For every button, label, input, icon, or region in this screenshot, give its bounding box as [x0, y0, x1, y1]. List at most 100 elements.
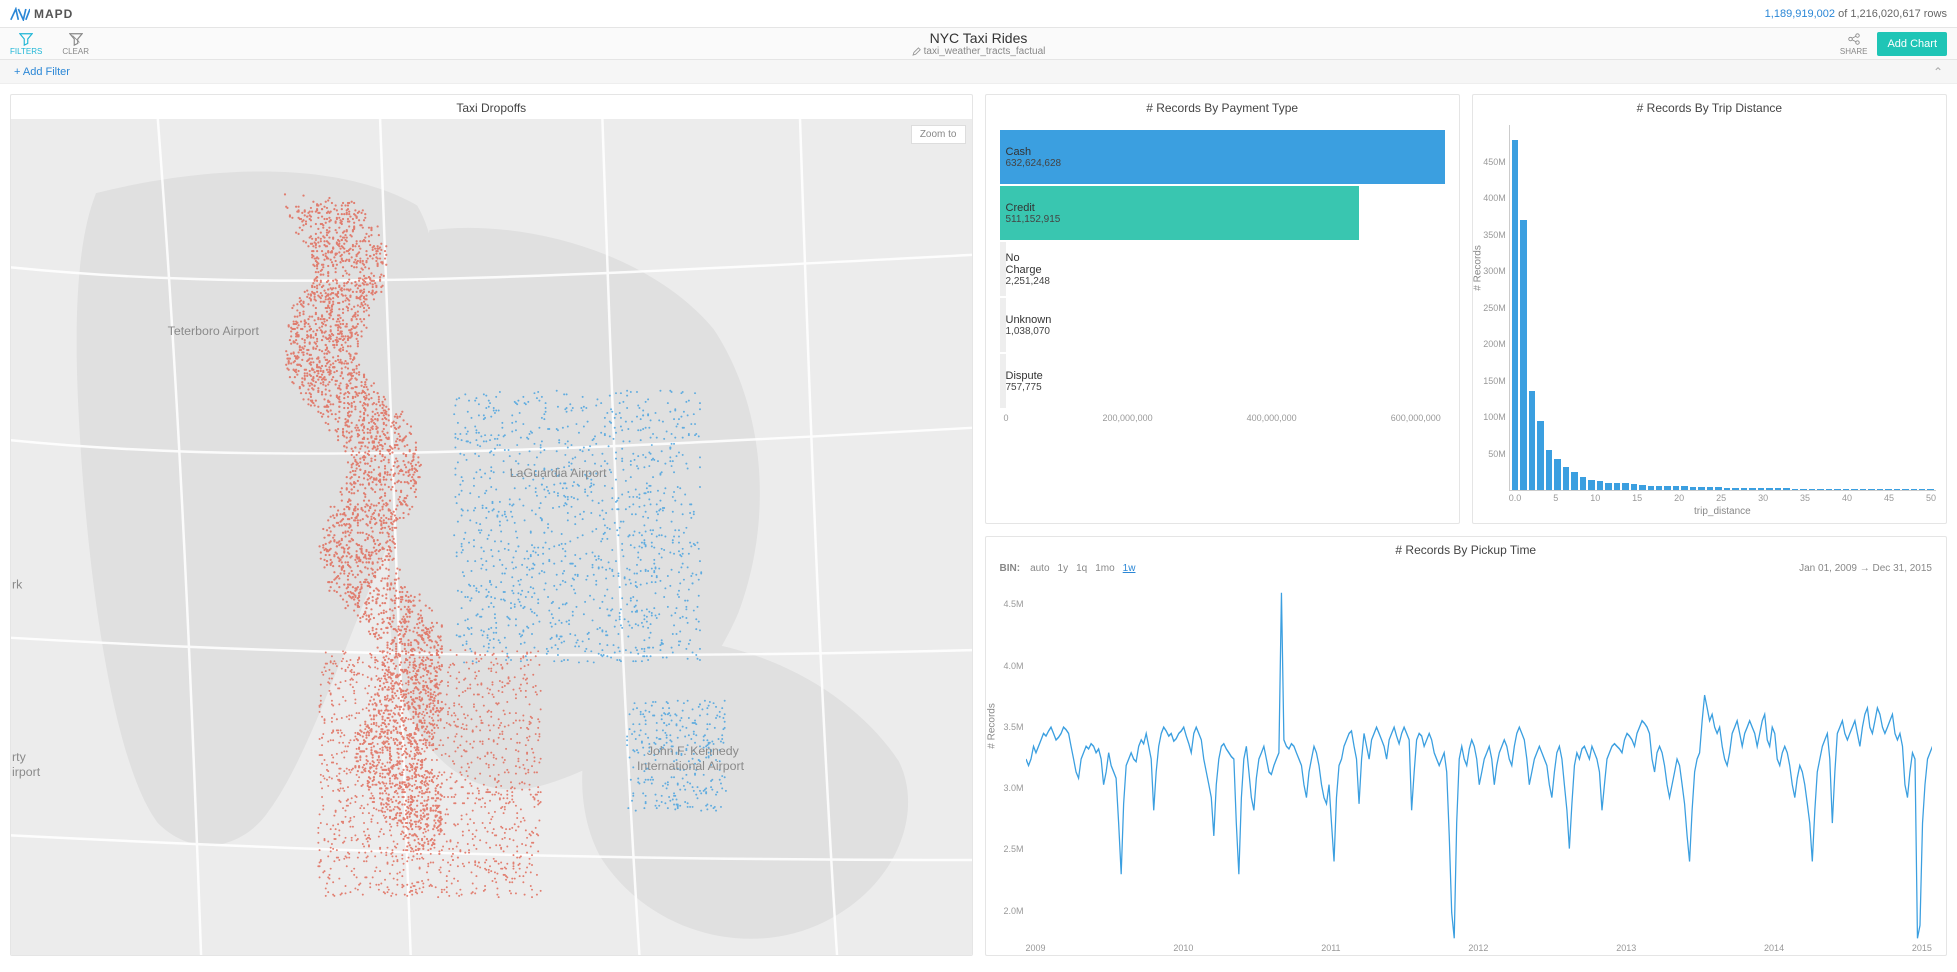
hist-bar[interactable]: [1860, 489, 1866, 490]
hist-bar[interactable]: [1877, 489, 1883, 490]
dashboard-title: NYC Taxi Rides: [912, 30, 1046, 46]
hist-bar[interactable]: [1563, 467, 1569, 490]
bin-selector: BIN: auto1y1q1mo1w Jan 01, 2009 → Dec 31…: [986, 561, 1947, 576]
hist-bar[interactable]: [1520, 220, 1526, 490]
bin-option-1mo[interactable]: 1mo: [1095, 563, 1114, 574]
mapd-logo-icon: [10, 7, 30, 21]
label-jfk1: John F. Kennedy: [647, 744, 740, 758]
hist-bar[interactable]: [1715, 487, 1721, 490]
pickuptime-chart[interactable]: # Records 4.5M4.0M3.5M3.0M2.5M2.0M 20092…: [986, 576, 1947, 955]
hist-bar[interactable]: [1885, 489, 1891, 490]
bin-option-1w[interactable]: 1w: [1123, 563, 1136, 574]
map-svg: Teterboro Airport LaGuardia Airport John…: [11, 119, 972, 956]
label-teterboro: Teterboro Airport: [168, 324, 260, 338]
hist-bar[interactable]: [1698, 487, 1704, 490]
hist-bar[interactable]: [1597, 481, 1603, 490]
hist-bar[interactable]: [1588, 480, 1594, 490]
topbar: MAPD 1,189,919,002 of 1,216,020,617 rows: [0, 0, 1957, 28]
hist-bar[interactable]: [1681, 486, 1687, 490]
hist-bar[interactable]: [1622, 483, 1628, 490]
hist-bar[interactable]: [1868, 489, 1874, 490]
hist-bar[interactable]: [1792, 489, 1798, 490]
hist-bar[interactable]: [1690, 487, 1696, 490]
hist-bar[interactable]: [1766, 488, 1772, 490]
hist-bar[interactable]: [1631, 484, 1637, 490]
share-button[interactable]: SHARE: [1840, 32, 1868, 56]
bin-option-1q[interactable]: 1q: [1076, 563, 1087, 574]
tripdist-chart[interactable]: # Records 450M400M350M300M250M200M150M10…: [1473, 119, 1946, 523]
payment-bar[interactable]: Unknown1,038,070: [1000, 297, 1445, 353]
map-panel: Taxi Dropoffs Zoom to: [10, 94, 973, 956]
label-jfk2: International Airport: [637, 759, 745, 773]
pencil-icon[interactable]: [912, 47, 921, 56]
tripdist-panel: # Records By Trip Distance # Records 450…: [1472, 94, 1947, 524]
hist-bar[interactable]: [1732, 488, 1738, 490]
hist-bar[interactable]: [1707, 487, 1713, 490]
bin-option-1y[interactable]: 1y: [1058, 563, 1069, 574]
hist-bar[interactable]: [1664, 486, 1670, 490]
pickuptime-title: # Records By Pickup Time: [986, 537, 1947, 561]
brand-logo[interactable]: MAPD: [10, 7, 73, 21]
dashboard-source: taxi_weather_tracts_factual: [924, 46, 1046, 57]
hist-bar[interactable]: [1639, 485, 1645, 490]
hist-bar[interactable]: [1529, 391, 1535, 490]
pickuptime-panel: # Records By Pickup Time BIN: auto1y1q1m…: [985, 536, 1948, 956]
payment-chart[interactable]: Cash632,624,628Credit511,152,915No Charg…: [986, 119, 1459, 523]
add-chart-button[interactable]: Add Chart: [1877, 32, 1947, 56]
hist-bar[interactable]: [1580, 477, 1586, 490]
hist-bar[interactable]: [1741, 488, 1747, 490]
tripdist-xlabel: trip_distance: [1509, 503, 1936, 517]
hist-bar[interactable]: [1800, 489, 1806, 490]
row-count: 1,189,919,002 of 1,216,020,617 rows: [1765, 8, 1947, 20]
hist-bar[interactable]: [1843, 489, 1849, 490]
hist-bar[interactable]: [1673, 486, 1679, 490]
payment-bar[interactable]: Cash632,624,628: [1000, 129, 1445, 185]
filters-button[interactable]: FILTERS: [10, 32, 42, 56]
hist-bar[interactable]: [1894, 489, 1900, 490]
filtered-rows: 1,189,919,002: [1765, 8, 1835, 20]
add-filter-button[interactable]: + Add Filter: [14, 66, 70, 78]
label-laguardia: LaGuardia Airport: [510, 466, 607, 480]
payment-bar[interactable]: No Charge2,251,248: [1000, 241, 1445, 297]
hist-bar[interactable]: [1809, 489, 1815, 490]
collapse-filter-icon[interactable]: ⌃: [1933, 65, 1943, 79]
date-range: Jan 01, 2009 → Dec 31, 2015: [1799, 563, 1932, 574]
hist-bar[interactable]: [1851, 489, 1857, 490]
hist-bar[interactable]: [1537, 421, 1543, 490]
zoom-to-input[interactable]: Zoom to: [911, 125, 966, 144]
hist-bar[interactable]: [1834, 489, 1840, 490]
hist-bar[interactable]: [1656, 486, 1662, 490]
payment-bar[interactable]: Credit511,152,915: [1000, 185, 1445, 241]
hist-bar[interactable]: [1724, 488, 1730, 490]
hist-bar[interactable]: [1911, 489, 1917, 490]
hist-bar[interactable]: [1817, 489, 1823, 490]
subbar: FILTERS CLEAR NYC Taxi Rides taxi_weathe…: [0, 28, 1957, 60]
brand-name: MAPD: [34, 7, 73, 21]
hist-bar[interactable]: [1927, 489, 1933, 490]
hist-bar[interactable]: [1758, 488, 1764, 490]
hist-bar[interactable]: [1512, 140, 1518, 490]
hist-bar[interactable]: [1826, 489, 1832, 490]
tripdist-title: # Records By Trip Distance: [1473, 95, 1946, 119]
hist-bar[interactable]: [1571, 472, 1577, 490]
funnel-icon: [19, 32, 33, 46]
payment-bar[interactable]: Dispute757,775: [1000, 353, 1445, 409]
hist-bar[interactable]: [1554, 459, 1560, 490]
hist-bar[interactable]: [1775, 488, 1781, 490]
share-icon: [1847, 32, 1861, 46]
dashboard-title-block: NYC Taxi Rides taxi_weather_tracts_factu…: [912, 30, 1046, 57]
hist-bar[interactable]: [1749, 488, 1755, 490]
hist-bar[interactable]: [1902, 489, 1908, 490]
hist-bar[interactable]: [1546, 450, 1552, 490]
hist-bar[interactable]: [1648, 486, 1654, 490]
map-title: Taxi Dropoffs: [11, 95, 972, 119]
funnel-clear-icon: [69, 32, 83, 46]
hist-bar[interactable]: [1919, 489, 1925, 490]
hist-bar[interactable]: [1605, 483, 1611, 490]
total-rows: 1,216,020,617: [1850, 8, 1920, 20]
clear-button[interactable]: CLEAR: [62, 32, 89, 56]
map-canvas[interactable]: Zoom to: [11, 119, 972, 956]
bin-option-auto[interactable]: auto: [1030, 563, 1049, 574]
hist-bar[interactable]: [1783, 488, 1789, 490]
hist-bar[interactable]: [1614, 483, 1620, 490]
